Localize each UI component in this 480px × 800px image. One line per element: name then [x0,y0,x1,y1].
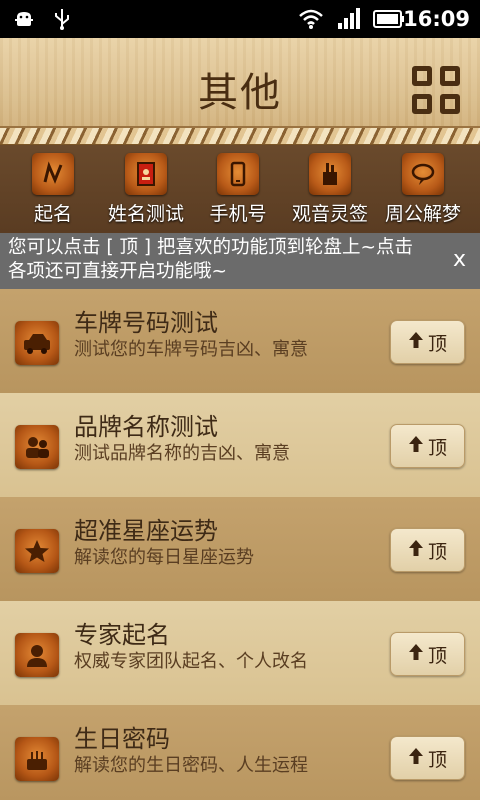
item-title: 专家起名 [74,621,170,649]
pin-top-label: 顶 [427,436,447,459]
header: 其他 [0,38,480,146]
item-subtitle: 测试您的车牌号码吉凶、寓意 [74,339,308,360]
arrow-up-icon [408,643,424,665]
item-title: 品牌名称测试 [74,413,218,441]
quick-item-label: 姓名测试 [107,203,184,225]
pin-top-button[interactable]: 顶 [390,528,465,572]
wifi-icon [296,0,326,38]
brand-people-icon [15,425,59,469]
list-item[interactable]: 专家起名 权威专家团队起名、个人改名 顶 [0,601,480,705]
quick-item-label: 观音灵签 [291,203,368,225]
tip-banner: 您可以点击 [ 顶 ] 把喜欢的功能顶到轮盘上~点击各项还可直接开启功能哦~ x [0,233,480,289]
star-icon [15,529,59,573]
pin-top-button[interactable]: 顶 [390,736,465,780]
feature-list: 车牌号码测试 测试您的车牌号码吉凶、寓意 顶 品牌名称测试 测试品牌名称的吉凶、… [0,289,480,800]
item-subtitle: 解读您的每日星座运势 [74,547,254,568]
arrow-up-icon [408,435,424,457]
pin-top-label: 顶 [427,644,447,667]
item-subtitle: 测试品牌名称的吉凶、寓意 [74,443,290,464]
grid-icon [412,66,432,86]
expert-person-icon [15,633,59,677]
quick-item-label: 起名 [33,203,72,225]
arrow-up-icon [408,747,424,769]
item-title: 车牌号码测试 [74,309,218,337]
fortune-stick-icon [309,153,351,195]
pin-top-button[interactable]: 顶 [390,632,465,676]
naming-icon [32,153,74,195]
usb-icon [48,0,76,38]
battery-icon [372,0,406,38]
android-debug-icon [10,0,38,38]
quick-item-dream[interactable]: 周公解梦 [375,153,471,226]
pin-top-button[interactable]: 顶 [390,424,465,468]
status-time: 16:09 [403,7,470,31]
close-button[interactable]: x [453,247,466,272]
list-item[interactable]: 生日密码 解读您的生日密码、人生运程 顶 [0,705,480,800]
quick-item-naming[interactable]: 起名 [5,153,101,226]
page-title: 其他 [198,70,282,116]
pin-top-button[interactable]: 顶 [390,320,465,364]
quick-item-guanyin[interactable]: 观音灵签 [282,153,378,226]
list-item[interactable]: 车牌号码测试 测试您的车牌号码吉凶、寓意 顶 [0,289,480,393]
stitch-divider [0,126,480,146]
item-subtitle: 解读您的生日密码、人生运程 [74,755,308,776]
car-icon [15,321,59,365]
birthday-cake-icon [15,737,59,781]
pin-top-label: 顶 [427,540,447,563]
phone-icon [217,153,259,195]
status-bar: 16:09 [0,0,480,38]
arrow-up-icon [408,331,424,353]
name-test-icon [125,153,167,195]
quick-item-name-test[interactable]: 姓名测试 [98,153,194,226]
speech-bubble-icon [402,153,444,195]
grid-menu-button[interactable] [412,66,462,116]
quick-item-label: 手机号 [209,203,267,225]
quick-item-phone[interactable]: 手机号 [190,153,286,226]
quick-bar: 起名 姓名测试 手机号 观音灵签 周公解梦 [0,145,480,233]
arrow-up-icon [408,539,424,561]
item-title: 生日密码 [74,725,170,753]
item-subtitle: 权威专家团队起名、个人改名 [74,651,308,672]
tip-text: 您可以点击 [ 顶 ] 把喜欢的功能顶到轮盘上~点击各项还可直接开启功能哦~ [8,237,413,282]
signal-icon [334,0,364,38]
quick-item-label: 周公解梦 [384,203,461,225]
list-item[interactable]: 品牌名称测试 测试品牌名称的吉凶、寓意 顶 [0,393,480,497]
item-title: 超准星座运势 [74,517,218,545]
list-item[interactable]: 超准星座运势 解读您的每日星座运势 顶 [0,497,480,601]
pin-top-label: 顶 [427,748,447,771]
pin-top-label: 顶 [427,332,447,355]
